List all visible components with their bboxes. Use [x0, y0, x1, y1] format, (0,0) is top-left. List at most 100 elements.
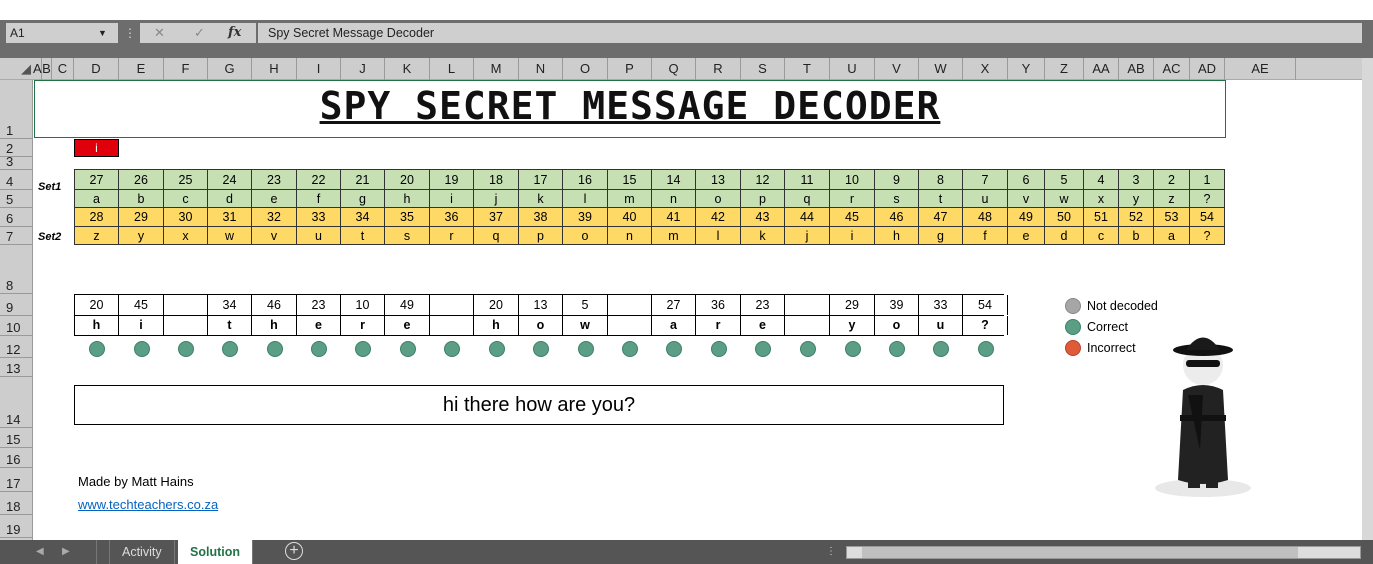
message-number-cell[interactable]	[430, 295, 474, 315]
message-letter-cell[interactable]: r	[341, 316, 385, 335]
row-header[interactable]: 16	[0, 448, 33, 468]
row-header[interactable]: 15	[0, 428, 33, 448]
message-letter-cell[interactable]: y	[830, 316, 875, 335]
column-header[interactable]: J	[341, 58, 385, 80]
column-header[interactable]: L	[430, 58, 474, 80]
row-header[interactable]: 4	[0, 170, 33, 190]
row-header[interactable]: 9	[0, 294, 33, 316]
message-letter-cell[interactable]: h	[252, 316, 297, 335]
message-number-cell[interactable]: 45	[119, 295, 164, 315]
column-header[interactable]: S	[741, 58, 785, 80]
message-number-cell[interactable]: 36	[696, 295, 741, 315]
message-letter-cell[interactable]: t	[208, 316, 252, 335]
column-header[interactable]: X	[963, 58, 1008, 80]
row-header[interactable]: 1	[0, 80, 33, 139]
column-header[interactable]: G	[208, 58, 252, 80]
tab-activity[interactable]: Activity	[110, 540, 175, 564]
row-header[interactable]: 18	[0, 492, 33, 515]
prev-sheet-icon[interactable]: ◀	[36, 540, 44, 564]
message-letter-cell[interactable]: w	[563, 316, 608, 335]
message-letter-cell[interactable]: h	[74, 316, 119, 335]
message-letter-cell[interactable]: r	[696, 316, 741, 335]
column-header[interactable]: P	[608, 58, 652, 80]
message-number-cell[interactable]	[785, 295, 830, 315]
row-header[interactable]: 17	[0, 468, 33, 492]
column-header[interactable]: U	[830, 58, 875, 80]
cancel-icon[interactable]: ✕	[154, 23, 165, 43]
next-sheet-icon[interactable]: ▶	[62, 540, 70, 564]
message-number-cell[interactable]: 33	[919, 295, 963, 315]
vertical-scrollbar[interactable]	[1362, 58, 1373, 540]
message-number-cell[interactable]: 13	[519, 295, 563, 315]
message-letter-cell[interactable]: e	[741, 316, 785, 335]
message-letter-cell[interactable]: o	[875, 316, 919, 335]
message-number-cell[interactable]: 54	[963, 295, 1008, 315]
column-header[interactable]: D	[74, 58, 119, 80]
message-letter-cell[interactable]	[164, 316, 208, 335]
column-header[interactable]: E	[119, 58, 164, 80]
insert-function-icon[interactable]: fx	[228, 23, 241, 43]
more-options-icon[interactable]: ⋮	[124, 23, 136, 43]
message-number-cell[interactable]: 23	[741, 295, 785, 315]
message-number-cell[interactable]: 10	[341, 295, 385, 315]
column-header[interactable]: AB	[1119, 58, 1154, 80]
column-header[interactable]: M	[474, 58, 519, 80]
message-letter-cell[interactable]: h	[474, 316, 519, 335]
column-header[interactable]: T	[785, 58, 830, 80]
column-header[interactable]: W	[919, 58, 963, 80]
message-number-cell[interactable]: 34	[208, 295, 252, 315]
message-number-cell[interactable]: 49	[385, 295, 430, 315]
message-number-cell[interactable]: 20	[74, 295, 119, 315]
message-letter-cell[interactable]: i	[119, 316, 164, 335]
message-number-cell[interactable]: 27	[652, 295, 696, 315]
tab-solution[interactable]: Solution	[178, 540, 253, 564]
message-number-cell[interactable]: 29	[830, 295, 875, 315]
scrollbar-thumb[interactable]	[862, 547, 1298, 558]
column-header[interactable]: C	[52, 58, 74, 80]
column-header[interactable]: K	[385, 58, 430, 80]
message-letter-cell[interactable]	[430, 316, 474, 335]
column-header[interactable]: N	[519, 58, 563, 80]
message-letter-cell[interactable]: u	[919, 316, 963, 335]
column-header[interactable]: AC	[1154, 58, 1190, 80]
website-link[interactable]: www.techteachers.co.za	[78, 497, 218, 512]
message-number-cell[interactable]: 20	[474, 295, 519, 315]
formula-input[interactable]: Spy Secret Message Decoder	[258, 23, 1362, 43]
row-header[interactable]: 12	[0, 336, 33, 358]
row-header[interactable]: 10	[0, 316, 33, 336]
column-header[interactable]: I	[297, 58, 341, 80]
column-header[interactable]: H	[252, 58, 297, 80]
message-number-cell[interactable]	[608, 295, 652, 315]
column-header[interactable]: AD	[1190, 58, 1225, 80]
message-letter-cell[interactable]: e	[385, 316, 430, 335]
column-header[interactable]: A	[33, 58, 42, 80]
enter-icon[interactable]: ✓	[194, 23, 205, 43]
message-letter-cell[interactable]: e	[297, 316, 341, 335]
column-header[interactable]: F	[164, 58, 208, 80]
row-header[interactable]: 7	[0, 227, 33, 245]
row-header[interactable]: 5	[0, 190, 33, 208]
column-header[interactable]: Z	[1045, 58, 1084, 80]
column-header[interactable]: Q	[652, 58, 696, 80]
row-header[interactable]: 2	[0, 139, 33, 157]
row-header[interactable]: 8	[0, 264, 33, 294]
message-letter-cell[interactable]: a	[652, 316, 696, 335]
row-header[interactable]: 6	[0, 208, 33, 227]
select-all-icon[interactable]: ◢	[0, 58, 33, 80]
column-header[interactable]: AA	[1084, 58, 1119, 80]
name-box-dropdown-icon[interactable]: ▼	[98, 23, 107, 43]
message-letter-cell[interactable]: o	[519, 316, 563, 335]
row-header[interactable]: 3	[0, 154, 33, 170]
message-number-cell[interactable]: 23	[297, 295, 341, 315]
column-header[interactable]: O	[563, 58, 608, 80]
tab-split-icon[interactable]: ⋮	[826, 540, 836, 564]
message-letter-cell[interactable]: ?	[963, 316, 1008, 335]
message-letter-cell[interactable]	[608, 316, 652, 335]
column-header[interactable]: V	[875, 58, 919, 80]
row-header[interactable]: 14	[0, 377, 33, 428]
row-header[interactable]: 19	[0, 515, 33, 538]
column-header[interactable]: R	[696, 58, 741, 80]
message-number-cell[interactable]: 39	[875, 295, 919, 315]
message-number-cell[interactable]: 46	[252, 295, 297, 315]
add-sheet-icon[interactable]: +	[285, 542, 303, 560]
